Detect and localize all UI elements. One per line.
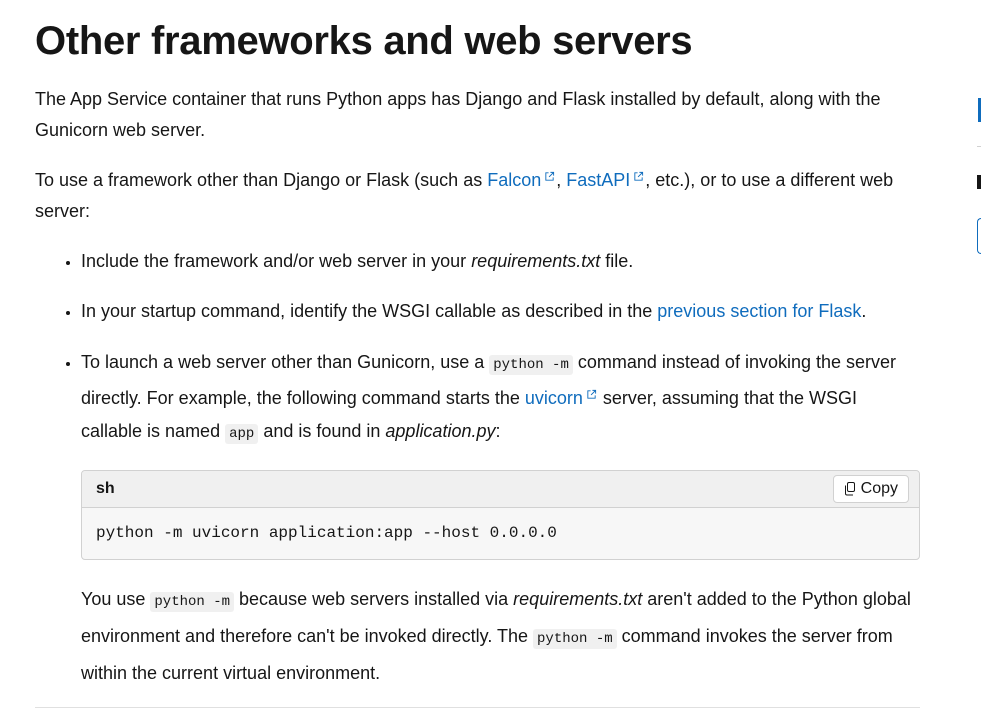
sidebar-divider [977,146,981,147]
previous-section-link[interactable]: previous section for Flask [657,301,861,321]
inline-code: python -m [150,592,235,612]
external-link-icon [587,389,596,399]
code-language: sh [96,480,115,497]
inline-code: python -m [489,355,573,375]
list-item: To launch a web server other than Gunico… [81,346,920,451]
steps-list: Include the framework and/or web server … [35,246,920,451]
uvicorn-link[interactable]: uvicorn [525,388,598,408]
external-link-icon [545,171,555,181]
copy-label: Copy [860,480,898,497]
code-block: sh Copy python -m uvicorn application:ap… [81,470,920,560]
falcon-link[interactable]: Falcon [487,170,556,190]
sidebar-text-fragment [977,175,981,189]
inline-code: python -m [533,629,617,649]
section-divider [35,707,920,708]
frameworks-paragraph: To use a framework other than Django or … [35,170,894,221]
list-item: Include the framework and/or web server … [81,246,920,277]
sidebar-button-edge[interactable] [977,218,981,254]
list-item: In your startup command, identify the WS… [81,296,920,327]
fastapi-link[interactable]: FastAPI [566,170,645,190]
copy-button[interactable]: Copy [832,475,909,503]
external-link-icon [634,171,644,181]
code-block-header: sh Copy [82,471,919,508]
inline-code: app [225,424,259,444]
copy-icon [844,482,855,496]
article: Other frameworks and web servers The App… [35,0,920,690]
intro-paragraph: The App Service container that runs Pyth… [35,89,881,140]
explanation-paragraph: You use python -m because web servers in… [81,589,911,683]
code-content: python -m uvicorn application:app --host… [96,524,557,542]
page-title: Other frameworks and web servers [35,19,693,63]
